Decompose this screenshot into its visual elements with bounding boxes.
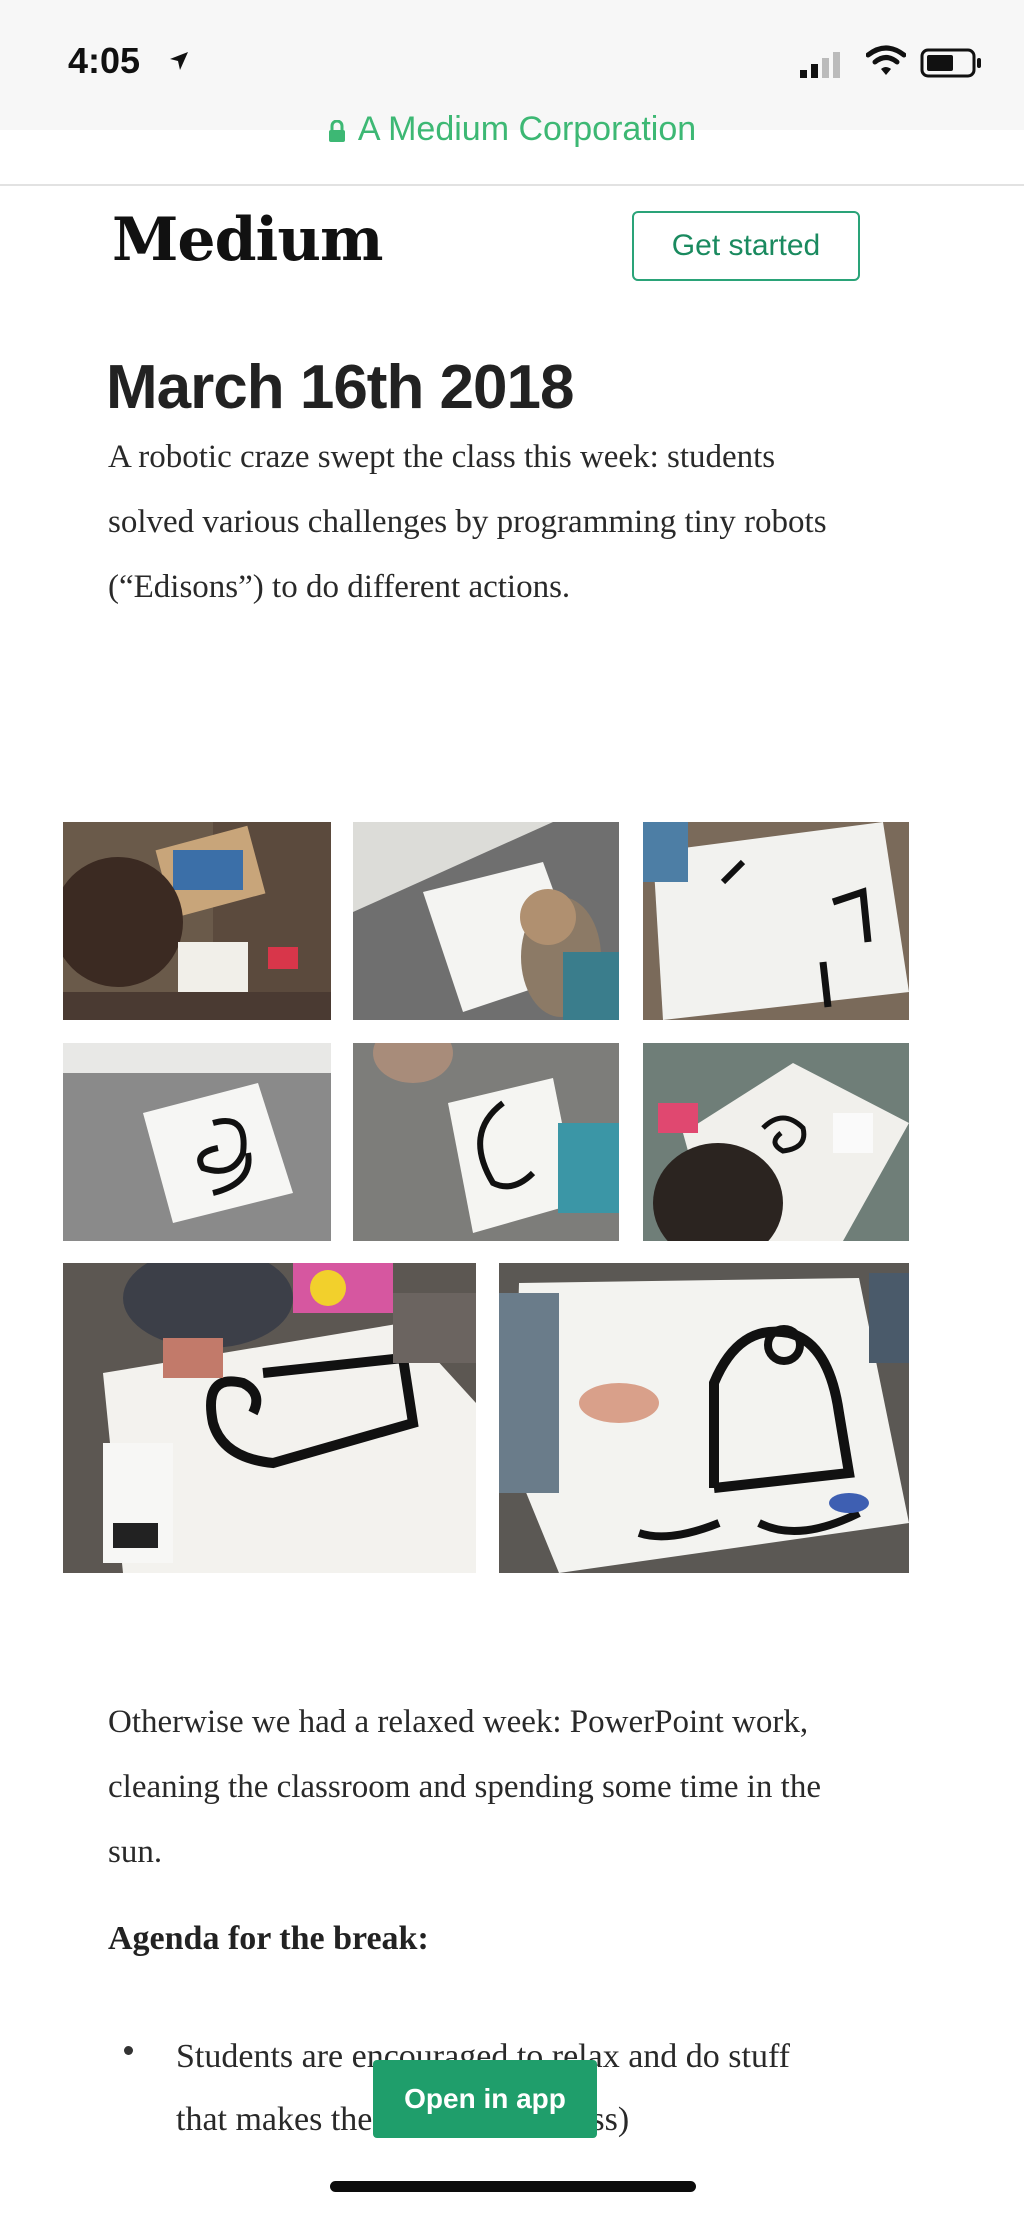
status-time: 4:05 [68,40,141,81]
photo-track-paper[interactable] [643,822,909,1020]
photo-students-boxes[interactable] [63,822,331,1020]
photo-table-spiral[interactable] [643,1043,909,1241]
lock-icon [328,120,345,143]
bullet-dot [124,2046,133,2055]
photo-child-drawing[interactable] [353,822,619,1020]
photo-paper-spiral[interactable] [63,1043,331,1241]
article-intro: A robotic craze swept the class this wee… [108,439,827,605]
wifi-icon [866,45,906,75]
open-in-app-button[interactable]: Open in app [373,2060,597,2138]
battery-icon [920,48,981,78]
location-arrow-icon [170,52,188,70]
url-text: A Medium Corporation [357,110,697,148]
cellular-signal-icon [800,52,840,78]
agenda-heading: Agenda for the break: [108,1920,429,1957]
photo-track-loop[interactable] [63,1263,476,1573]
photo-paper-curve[interactable] [353,1043,619,1241]
home-indicator[interactable] [330,2181,696,2192]
article-title: March 16th 2018 [106,353,574,422]
get-started-button[interactable]: Get started [632,211,860,281]
article-body: Otherwise we had a relaxed week: PowerPo… [108,1704,821,1870]
medium-logo[interactable]: Medium [112,205,383,275]
photo-track-arch[interactable] [499,1263,909,1573]
url-bar[interactable]: A Medium Corporation [0,110,1024,149]
header-divider [0,184,1024,186]
